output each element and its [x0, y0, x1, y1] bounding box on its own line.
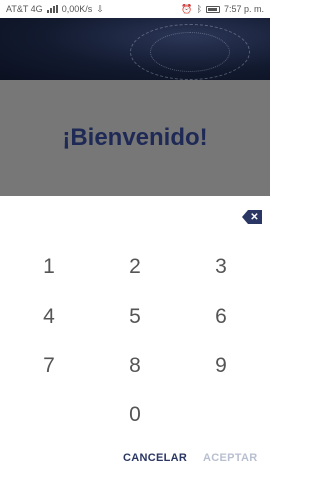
backspace-button[interactable]: ✕ — [242, 210, 262, 224]
hero-image — [0, 18, 270, 80]
key-3[interactable]: 3 — [191, 247, 251, 287]
carrier-label: AT&T 4G — [6, 4, 43, 14]
key-5[interactable]: 5 — [105, 297, 165, 337]
signal-icon — [46, 5, 58, 13]
accept-button[interactable]: ACEPTAR — [203, 452, 257, 464]
key-8[interactable]: 8 — [105, 346, 165, 386]
clock-label: 7:57 p. m. — [223, 4, 264, 14]
battery-icon — [205, 5, 220, 13]
alarm-icon: ⏰ — [181, 3, 193, 14]
key-0[interactable]: 0 — [105, 395, 165, 435]
status-bar: AT&T 4G 0,00K/s ⇩ ⏰ ᛒ 7:57 p. m. — [0, 0, 270, 18]
key-4[interactable]: 4 — [19, 297, 79, 337]
data-speed-label: 0,00K/s — [61, 4, 93, 14]
key-2[interactable]: 2 — [105, 247, 165, 287]
welcome-text-obscured — [14, 188, 254, 196]
dimmed-content: ¡Bienvenido! — [0, 80, 270, 196]
dialog-actions: CANCELAR ACEPTAR — [0, 452, 270, 472]
key-1[interactable]: 1 — [19, 247, 79, 287]
backspace-icon: ✕ — [250, 211, 259, 223]
cancel-button[interactable]: CANCELAR — [123, 452, 187, 464]
welcome-title: ¡Bienvenido! — [62, 124, 208, 151]
globe-graphic-inner — [150, 32, 230, 72]
numeric-keypad-sheet: ✕ 1 2 3 4 5 6 7 8 9 0 CANCELAR ACEPTAR — [0, 196, 270, 480]
bluetooth-icon: ᛒ — [196, 4, 202, 14]
key-6[interactable]: 6 — [191, 297, 251, 337]
usb-icon: ⇩ — [96, 3, 104, 14]
key-9[interactable]: 9 — [191, 346, 251, 386]
key-7[interactable]: 7 — [19, 346, 79, 386]
